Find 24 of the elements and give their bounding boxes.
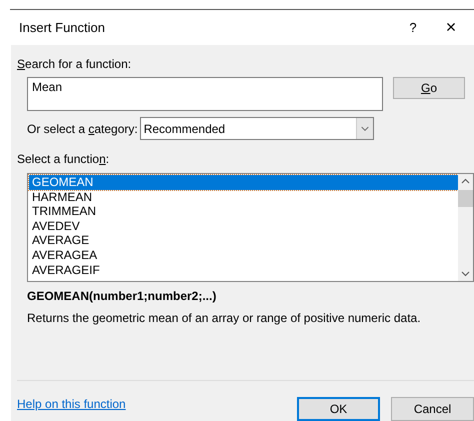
function-item[interactable]: AVERAGEIF [29,262,458,278]
function-item[interactable]: GEOMEAN [29,175,458,190]
function-item[interactable]: AVERAGE [29,233,458,248]
function-signature: GEOMEAN(number1;number2;...) [27,288,218,305]
close-button[interactable]: × [428,14,474,41]
scrollbar-thumb[interactable] [458,190,473,207]
scrollbar[interactable] [458,174,473,281]
category-label: Or select a category: [27,120,138,138]
function-item[interactable]: TRIMMEAN [29,204,458,219]
go-button[interactable]: Go [393,77,465,99]
chevron-down-icon [356,118,373,139]
ok-button[interactable]: OK [297,397,380,421]
window-title: Insert Function [19,18,106,37]
function-description: Returns the geometric mean of an array or range of positive numeric data. [27,310,422,327]
help-link[interactable]: Help on this function [17,395,286,413]
category-dropdown[interactable]: Recommended [140,117,374,140]
function-item[interactable]: AVEDEV [29,218,458,234]
cancel-button[interactable]: Cancel [391,397,474,421]
function-item[interactable]: AVERAGEA [29,248,458,263]
help-button[interactable]: ? [398,18,428,38]
search-label: Search for a function: [17,57,132,71]
function-item[interactable]: HARMEAN [29,190,458,204]
search-field[interactable]: Mean [27,77,383,111]
function-list-label: Select a function: [17,152,110,166]
